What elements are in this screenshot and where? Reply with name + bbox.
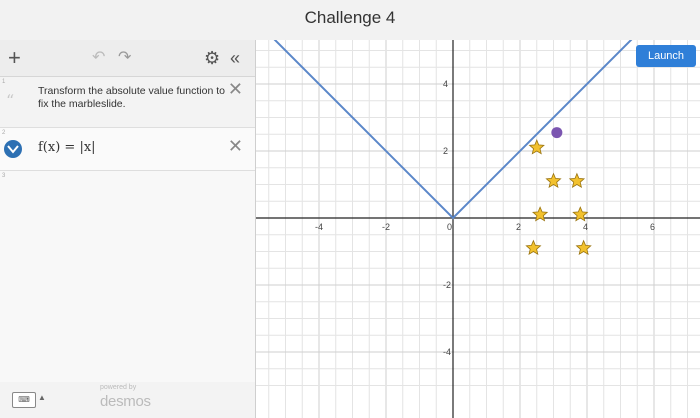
delete-note-icon[interactable]: ✕ [228, 79, 243, 100]
row-index: 1 [2, 79, 6, 85]
star-target [572, 206, 589, 222]
star-target [532, 206, 549, 222]
desmos-logo: desmos [100, 393, 151, 410]
gear-icon[interactable]: ⚙ [204, 40, 220, 76]
double-chevron-left-icon[interactable]: « [230, 40, 240, 76]
graph-paper[interactable]: -4 -2 0 2 4 6 4 2 -2 -4 Launch [256, 40, 700, 418]
note-row[interactable]: 1 “ Transform the absolute value functio… [0, 77, 255, 128]
star-target [568, 172, 586, 189]
function-curve[interactable] [256, 40, 671, 220]
graph-canvas[interactable]: -4 -2 0 2 4 6 4 2 -2 -4 [256, 40, 700, 418]
expression-panel: + ↶ ↷ ⚙ « 1 “ Transform the absolute val… [0, 40, 256, 418]
expression-list: 1 “ Transform the absolute value functio… [0, 77, 255, 415]
x-tick-label: 6 [650, 222, 655, 232]
caret-up-icon[interactable]: ▲ [38, 393, 46, 402]
title-bar: Challenge 4 [0, 0, 700, 40]
marble [551, 127, 563, 139]
panel-footer: ⌨ ▲ powered by desmos [0, 382, 255, 418]
function-formula[interactable]: f(x) = |x| [38, 140, 96, 155]
y-tick-label: -4 [443, 347, 451, 357]
note-quote-icon: “ [6, 91, 15, 110]
keyboard-icon[interactable]: ⌨ [12, 392, 36, 408]
y-tick-label: -2 [443, 280, 451, 290]
star-target [575, 239, 592, 256]
window-title: Challenge 4 [304, 8, 396, 27]
x-tick-label: -2 [382, 222, 390, 232]
undo-icon[interactable]: ↶ [92, 40, 105, 76]
star-target [525, 239, 542, 256]
delete-function-icon[interactable]: ✕ [228, 136, 243, 157]
row-index: 3 [2, 173, 6, 179]
x-tick-label: 0 [447, 222, 452, 232]
plus-icon[interactable]: + [8, 40, 21, 76]
x-tick-label: 4 [583, 222, 588, 232]
y-tick-label: 4 [443, 79, 448, 89]
powered-by-text: powered by [100, 384, 137, 391]
launch-button[interactable]: Launch [636, 45, 696, 67]
row-index: 2 [2, 130, 6, 136]
x-tick-label: -4 [315, 222, 323, 232]
x-tick-label: 2 [516, 222, 521, 232]
function-color-icon[interactable] [4, 140, 22, 158]
function-row[interactable]: 2 f(x) = |x| ✕ [0, 128, 255, 171]
y-tick-label: 2 [443, 146, 448, 156]
expression-toolbar: + ↶ ↷ ⚙ « [0, 40, 255, 77]
empty-expression-row[interactable]: 3 [0, 171, 255, 415]
redo-icon[interactable]: ↷ [118, 40, 131, 76]
note-text[interactable]: Transform the absolute value function to… [38, 85, 228, 111]
